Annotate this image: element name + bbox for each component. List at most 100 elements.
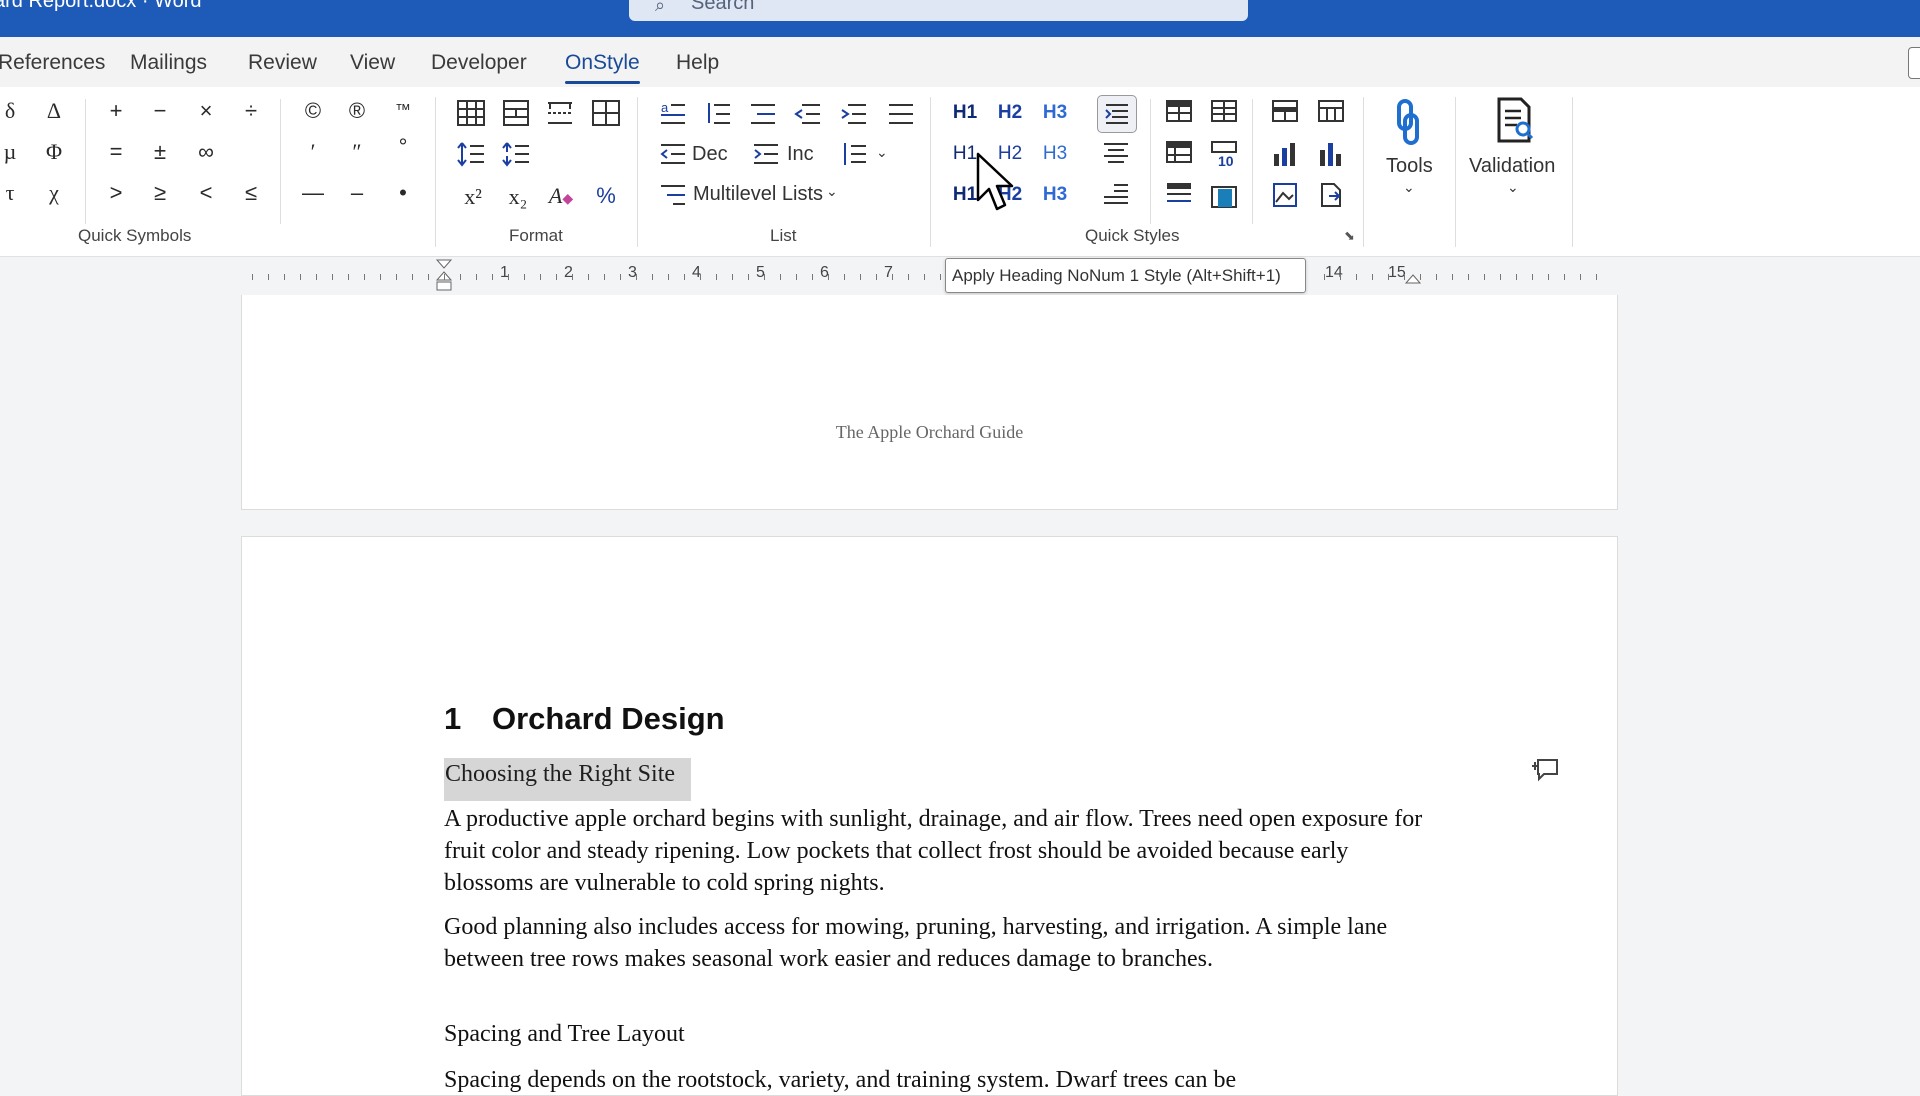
ribbon-display-options-button[interactable] — [1908, 47, 1920, 79]
paragraph[interactable]: A productive apple orchard begins with s… — [444, 803, 1424, 899]
symbol-double-prime[interactable]: ″ — [337, 135, 377, 169]
heading3-style-button[interactable]: H3 — [1038, 98, 1072, 128]
increase-list-level-icon[interactable] — [840, 99, 868, 127]
paragraph-spacing-icon[interactable] — [501, 140, 531, 168]
insert-picture-icon[interactable] — [1271, 181, 1299, 209]
symbol-micro[interactable]: µ — [0, 135, 30, 169]
symbol-delta-upper[interactable]: Δ — [34, 94, 74, 128]
table-borders-icon[interactable] — [591, 99, 621, 127]
clear-formatting-icon[interactable]: A◆ — [541, 179, 581, 217]
multilevel-list-icon[interactable] — [659, 181, 687, 209]
tab-help[interactable]: Help — [676, 51, 719, 75]
percent-format-icon[interactable]: % — [586, 179, 626, 213]
paragraph[interactable]: Spacing depends on the rootstock, variet… — [444, 1064, 1424, 1096]
validation-button-label[interactable]: Validation — [1469, 155, 1555, 178]
heading1-style-button[interactable]: H1 — [948, 98, 982, 128]
symbol-less-equal[interactable]: ≤ — [231, 176, 271, 210]
symbol-chi[interactable]: χ — [34, 176, 74, 210]
bullet-list-icon[interactable] — [887, 99, 915, 127]
decrease-indent-label[interactable]: Dec — [692, 143, 728, 166]
increase-indent-label[interactable]: Inc — [787, 143, 814, 166]
insert-table-icon[interactable] — [456, 99, 486, 127]
symbol-prime[interactable]: ′ — [293, 135, 333, 169]
symbol-trademark[interactable]: ™ — [383, 94, 423, 128]
insert-row-icon[interactable] — [501, 99, 531, 127]
validation-document-icon[interactable] — [1495, 97, 1535, 145]
ruler-tick — [1468, 274, 1469, 280]
table-style-header-icon[interactable] — [1165, 140, 1193, 164]
heading3-alt-style-button[interactable]: H3 — [1038, 180, 1072, 210]
symbol-tau[interactable]: τ — [0, 176, 30, 210]
symbol-phi[interactable]: Φ — [34, 135, 74, 169]
symbol-greater-than[interactable]: > — [96, 176, 136, 210]
table-caption-icon[interactable]: 10 — [1210, 140, 1238, 168]
symbol-em-dash[interactable]: — — [293, 176, 333, 210]
increase-indent-icon[interactable] — [752, 140, 780, 168]
symbol-plus-minus[interactable]: ± — [140, 135, 180, 169]
tools-button-label[interactable]: Tools — [1386, 155, 1433, 178]
sort-list-icon[interactable]: a — [659, 99, 687, 127]
table-calendar-icon[interactable] — [1317, 99, 1345, 123]
symbol-en-dash[interactable]: – — [337, 176, 377, 210]
insert-chart-icon[interactable] — [1271, 140, 1299, 168]
table-style-grid-icon[interactable] — [1165, 99, 1193, 123]
tab-references[interactable]: References — [0, 51, 105, 75]
heading2-style-button[interactable]: H2 — [993, 98, 1027, 128]
chart-style-icon[interactable] — [1317, 140, 1345, 168]
page-header-text[interactable]: The Apple Orchard Guide — [242, 422, 1617, 443]
table-header-row-icon[interactable] — [1271, 99, 1299, 123]
symbol-divide[interactable]: ÷ — [231, 94, 271, 128]
symbol-delta-lower[interactable]: δ — [0, 94, 30, 128]
chevron-down-icon[interactable]: ⌄ — [876, 144, 888, 161]
block-text-style-icon[interactable] — [1102, 181, 1130, 209]
split-table-icon[interactable] — [545, 99, 575, 127]
tools-link-icon[interactable] — [1391, 99, 1425, 147]
figure-style-icon[interactable] — [1210, 181, 1238, 209]
symbol-copyright[interactable]: © — [293, 94, 333, 128]
body-text-style-button[interactable] — [1097, 95, 1137, 133]
tab-onstyle[interactable]: OnStyle — [565, 51, 640, 84]
decrease-indent-icon[interactable] — [659, 140, 687, 168]
dialog-launcher-icon[interactable]: ⬊ — [1344, 228, 1355, 244]
multilevel-lists-label[interactable]: Multilevel Lists — [693, 183, 823, 206]
superscript-button[interactable]: x² — [453, 180, 493, 214]
heading-1[interactable]: 1 Orchard Design — [444, 701, 725, 737]
table-style-list-icon[interactable] — [1165, 181, 1193, 205]
document-page-header[interactable]: The Apple Orchard Guide — [241, 295, 1618, 510]
chevron-down-icon[interactable]: ⌄ — [826, 183, 838, 200]
comment-icon[interactable] — [1532, 756, 1560, 784]
subscript-button[interactable]: x₂ — [498, 180, 538, 214]
tab-view[interactable]: View — [350, 51, 395, 75]
symbol-minus[interactable]: − — [140, 94, 180, 128]
chevron-down-icon[interactable]: ⌄ — [1507, 179, 1519, 196]
symbol-greater-equal[interactable]: ≥ — [140, 176, 180, 210]
heading3-nonum-style-button[interactable]: H3 — [1038, 139, 1072, 169]
document-page[interactable]: 1 Orchard Design Choosing the Right Site … — [241, 536, 1618, 1096]
selected-subheading[interactable]: Choosing the Right Site — [444, 758, 692, 801]
symbol-plus[interactable]: + — [96, 94, 136, 128]
symbol-degree[interactable]: ° — [383, 130, 423, 164]
symbol-equals[interactable]: = — [96, 135, 136, 169]
search-box[interactable]: ⌕ Search — [629, 0, 1248, 21]
symbol-less-than[interactable]: < — [186, 176, 226, 210]
numbered-list-icon[interactable] — [704, 99, 732, 127]
paragraph[interactable]: Good planning also includes access for m… — [444, 911, 1424, 975]
symbol-multiply[interactable]: × — [186, 94, 226, 128]
centered-text-style-icon[interactable] — [1102, 140, 1130, 168]
divider — [1363, 97, 1364, 247]
chevron-down-icon[interactable]: ⌄ — [1403, 179, 1415, 196]
table-style-plain-icon[interactable] — [1210, 99, 1238, 123]
decrease-list-level-icon[interactable] — [794, 99, 822, 127]
symbol-infinity[interactable]: ∞ — [186, 135, 226, 169]
outline-list-icon[interactable] — [749, 99, 777, 127]
subheading[interactable]: Spacing and Tree Layout — [444, 1018, 1424, 1050]
tab-review[interactable]: Review — [248, 51, 317, 75]
tab-developer[interactable]: Developer — [431, 51, 527, 75]
symbol-registered[interactable]: ® — [337, 94, 377, 128]
line-spacing-icon[interactable] — [456, 140, 486, 168]
divider — [435, 97, 436, 247]
document-link-icon[interactable] — [1317, 181, 1345, 209]
symbol-bullet[interactable]: • — [383, 176, 423, 210]
tab-mailings[interactable]: Mailings — [130, 51, 207, 75]
list-spacing-icon[interactable] — [840, 140, 868, 168]
